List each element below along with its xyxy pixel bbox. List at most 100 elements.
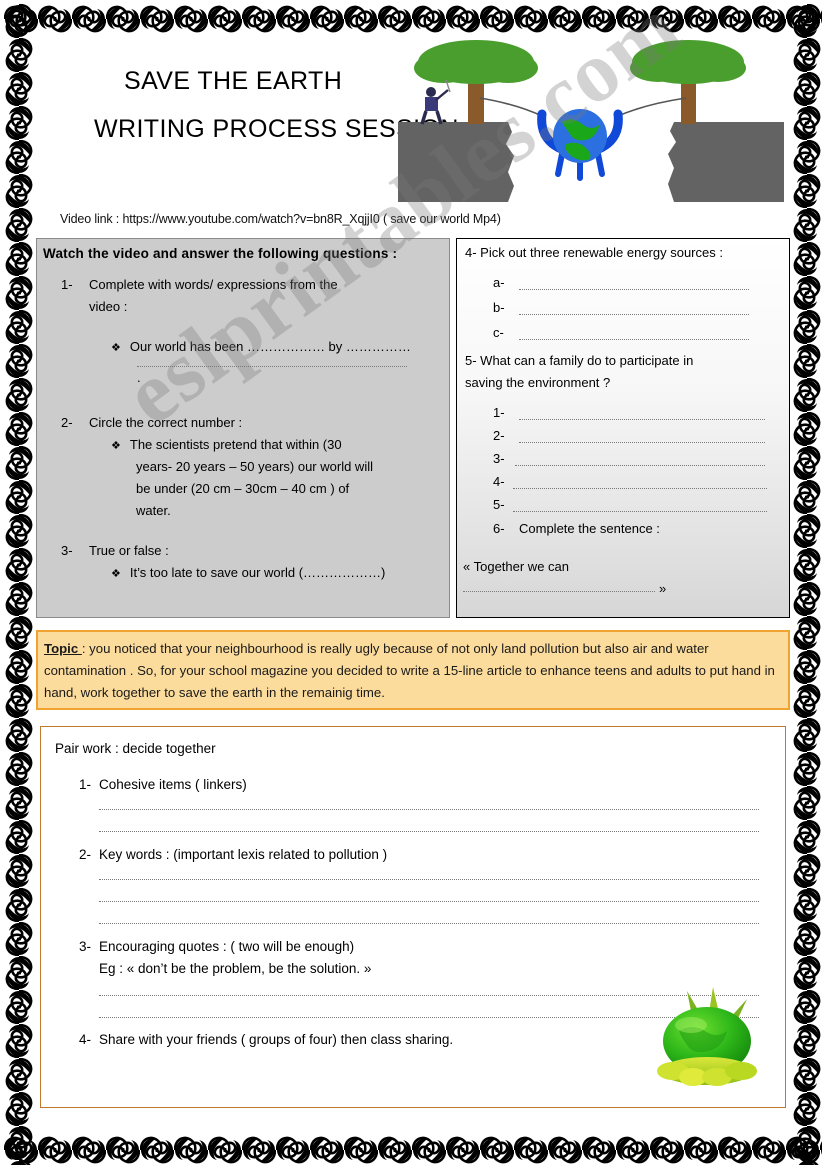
ornament-motif [2, 547, 36, 583]
ornament-motif [790, 139, 824, 175]
q3-number: 3- [61, 543, 73, 558]
ornament-motif [790, 853, 824, 889]
ornamental-border-bottom [4, 1133, 822, 1167]
q5-item-3-line[interactable] [515, 465, 765, 466]
ornament-motif [683, 1133, 719, 1167]
q4-item-b-line[interactable] [519, 314, 749, 315]
q2-bullet-line2: years- 20 years – 50 years) our world wi… [136, 459, 373, 474]
ornament-motif [275, 1133, 311, 1167]
ornament-motif [790, 513, 824, 549]
ornament-motif [790, 479, 824, 515]
q1-bullet: Our world has been ……………… by …………… [111, 339, 411, 354]
ornamental-border-right [790, 4, 824, 1165]
ornament-motif [790, 921, 824, 957]
ornament-motif [2, 377, 36, 413]
ornament-motif [649, 2, 685, 36]
q5-text-line1: 5- What can a family do to participate i… [465, 353, 694, 368]
q5-item-2-line[interactable] [519, 442, 765, 443]
ornament-motif [479, 1133, 515, 1167]
ornament-motif [411, 2, 447, 36]
pair-work-item-2-line-2[interactable] [99, 901, 759, 902]
pair-work-item-3-number: 3- [79, 939, 92, 954]
ornament-motif [2, 1125, 36, 1161]
ornament-motif [790, 1159, 824, 1165]
q3-bullet[interactable]: It’s too late to save our world (………………) [111, 565, 386, 580]
q1-answer-line[interactable] [137, 366, 407, 367]
green-earth-with-leaves-icon [657, 987, 757, 1086]
ornament-motif [2, 207, 36, 243]
ornament-motif [649, 1133, 685, 1167]
ornament-motif [513, 2, 549, 36]
q4-item-c-label: c- [493, 325, 504, 340]
ornament-motif [2, 445, 36, 481]
q5-item-1-label: 1- [493, 405, 505, 420]
ornament-motif [105, 2, 141, 36]
ornament-motif [790, 105, 824, 141]
q1-trailing-dot: . [137, 370, 141, 385]
ornament-motif [2, 71, 36, 107]
ornament-motif [2, 275, 36, 311]
pair-work-item-2-line-1[interactable] [99, 879, 759, 880]
q4-text: 4- Pick out three renewable energy sourc… [465, 245, 723, 260]
q4-item-c-line[interactable] [519, 339, 749, 340]
ornament-motif [241, 2, 277, 36]
ornament-motif [790, 615, 824, 651]
q5-item-2-label: 2- [493, 428, 505, 443]
ornament-motif [139, 2, 175, 36]
ornament-motif [445, 2, 481, 36]
ornament-motif [615, 2, 651, 36]
q6-answer-line[interactable] [463, 591, 655, 592]
q5-item-1-line[interactable] [519, 419, 765, 420]
pair-work-heading: Pair work : decide together [55, 741, 216, 756]
ornament-motif [2, 139, 36, 175]
ornament-motif [2, 1057, 36, 1093]
ornament-motif [751, 2, 787, 36]
pair-work-item-1-line-2[interactable] [99, 831, 759, 832]
ornament-motif [2, 1023, 36, 1059]
ornament-motif [790, 241, 824, 277]
q4-item-b-label: b- [493, 300, 505, 315]
pair-work-item-2-line-3[interactable] [99, 923, 759, 924]
ornament-motif [790, 649, 824, 685]
ornament-motif [615, 1133, 651, 1167]
ornament-motif [513, 1133, 549, 1167]
ornament-motif [2, 309, 36, 345]
ornament-motif [207, 1133, 243, 1167]
q1-text-line2: video : [89, 299, 128, 314]
ornament-motif [790, 1125, 824, 1161]
q4-item-a-line[interactable] [519, 289, 749, 290]
question-panels: Watch the video and answer the following… [36, 238, 790, 624]
ornament-motif [790, 1091, 824, 1127]
q2-bullet-line1: The scientists pretend that within (30 [111, 437, 342, 452]
pair-work-item-1-line-1[interactable] [99, 809, 759, 810]
ornament-motif [790, 887, 824, 923]
ornament-motif [2, 887, 36, 923]
ornament-motif [2, 241, 36, 277]
worksheet-header: SAVE THE EARTH WRITING PROCESS SESSION V… [36, 34, 790, 226]
q6-quote-open: « Together we can [463, 559, 569, 574]
q1-text: Complete with words/ expressions from th… [89, 277, 338, 292]
rope-right-icon [617, 97, 687, 117]
ornament-motif [343, 1133, 379, 1167]
ornament-motif [785, 2, 821, 36]
q5-item-4-line[interactable] [513, 488, 767, 489]
pair-work-item-1-number: 1- [79, 777, 92, 792]
q6-text: Complete the sentence : [519, 521, 660, 536]
video-link-text[interactable]: Video link : https://www.youtube.com/wat… [60, 212, 501, 226]
ornament-motif [105, 1133, 141, 1167]
ornament-motif [2, 411, 36, 447]
ornament-motif [790, 173, 824, 209]
ornament-motif [790, 377, 824, 413]
ornament-motif [790, 37, 824, 73]
ornament-motif [790, 581, 824, 617]
ornament-motif [751, 1133, 787, 1167]
ornament-motif [2, 513, 36, 549]
topic-text: Topic : you noticed that your neighbourh… [44, 638, 782, 704]
ornament-motif [309, 2, 345, 36]
ornament-motif [547, 2, 583, 36]
q5-item-5-line[interactable] [513, 511, 767, 512]
ornament-motif [790, 989, 824, 1025]
q6-quote-close: » [659, 581, 667, 596]
q3-text: True or false : [89, 543, 169, 558]
ornament-motif [790, 785, 824, 821]
